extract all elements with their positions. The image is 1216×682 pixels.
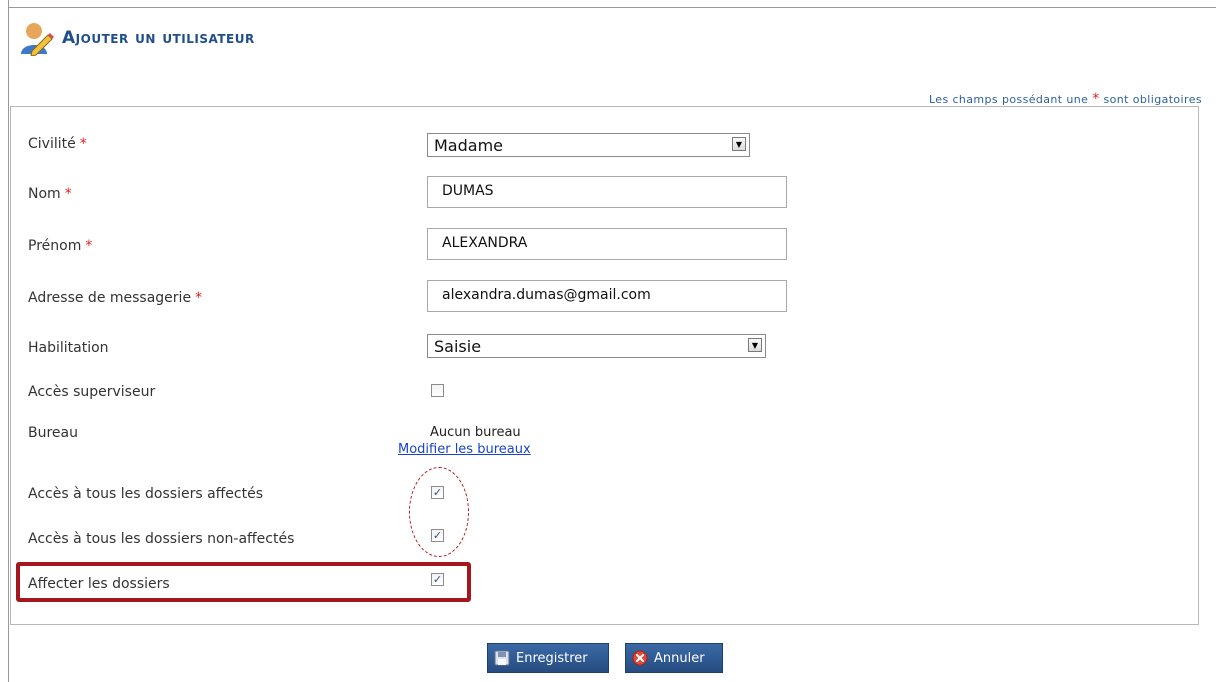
bureau-value: Aucun bureau <box>430 425 521 440</box>
superviseur-label: Accès superviseur <box>28 384 156 400</box>
civilite-label: Civilité * <box>28 136 87 152</box>
save-button-label: Enregistrer <box>516 650 588 666</box>
prenom-label-text: Prénom <box>28 238 82 254</box>
dossiers-affectes-label: Accès à tous les dossiers affectés <box>28 486 264 502</box>
user-edit-icon <box>21 23 54 56</box>
nom-label-text: Nom <box>28 186 61 202</box>
annotation-ellipse <box>409 467 469 557</box>
page-frame-top <box>8 7 1216 8</box>
dropdown-arrow-icon[interactable]: ▼ <box>732 137 746 151</box>
email-label-text: Adresse de messagerie <box>28 290 192 306</box>
email-input[interactable]: alexandra.dumas@gmail.com <box>427 280 787 312</box>
required-note-text: Les champs possédant une <box>928 93 1093 106</box>
habilitation-value: Saisie <box>434 337 482 356</box>
bureau-label: Bureau <box>28 425 78 441</box>
red-x-icon <box>632 650 648 666</box>
nom-input[interactable]: DUMAS <box>427 176 787 208</box>
dossiers-non-affectes-label: Accès à tous les dossiers non-affectés <box>28 531 295 547</box>
habilitation-select[interactable]: Saisie ▼ <box>427 334 766 358</box>
prenom-label: Prénom * <box>28 238 92 254</box>
required-star: * <box>195 290 203 306</box>
required-fields-note: Les champs possédant une * sont obligato… <box>929 91 1202 107</box>
page-frame-left <box>8 0 9 682</box>
dropdown-arrow-icon[interactable]: ▼ <box>748 338 762 352</box>
nom-label: Nom * <box>28 186 72 202</box>
required-star: * <box>64 186 72 202</box>
required-note-suffix: sont obligatoires <box>1099 93 1202 106</box>
prenom-input[interactable]: ALEXANDRA <box>427 228 787 260</box>
floppy-disk-icon <box>494 650 510 666</box>
save-button[interactable]: Enregistrer <box>487 643 609 673</box>
civilite-label-text: Civilité <box>28 136 76 152</box>
annotation-highlight-box <box>16 562 471 602</box>
page-header: Ajouter un utilisateur <box>18 18 255 58</box>
modify-bureaux-link[interactable]: Modifier les bureaux <box>398 442 531 457</box>
cancel-button-label: Annuler <box>654 650 705 666</box>
civilite-value: Madame <box>434 136 503 155</box>
cancel-button[interactable]: Annuler <box>625 643 723 673</box>
required-star: * <box>1092 91 1100 107</box>
required-star: * <box>85 238 93 254</box>
habilitation-label: Habilitation <box>28 340 109 356</box>
civilite-select[interactable]: Madame ▼ <box>427 133 750 157</box>
superviseur-checkbox[interactable] <box>431 384 444 397</box>
required-star: * <box>79 136 87 152</box>
page-title: Ajouter un utilisateur <box>62 28 255 48</box>
email-label: Adresse de messagerie * <box>28 290 202 306</box>
